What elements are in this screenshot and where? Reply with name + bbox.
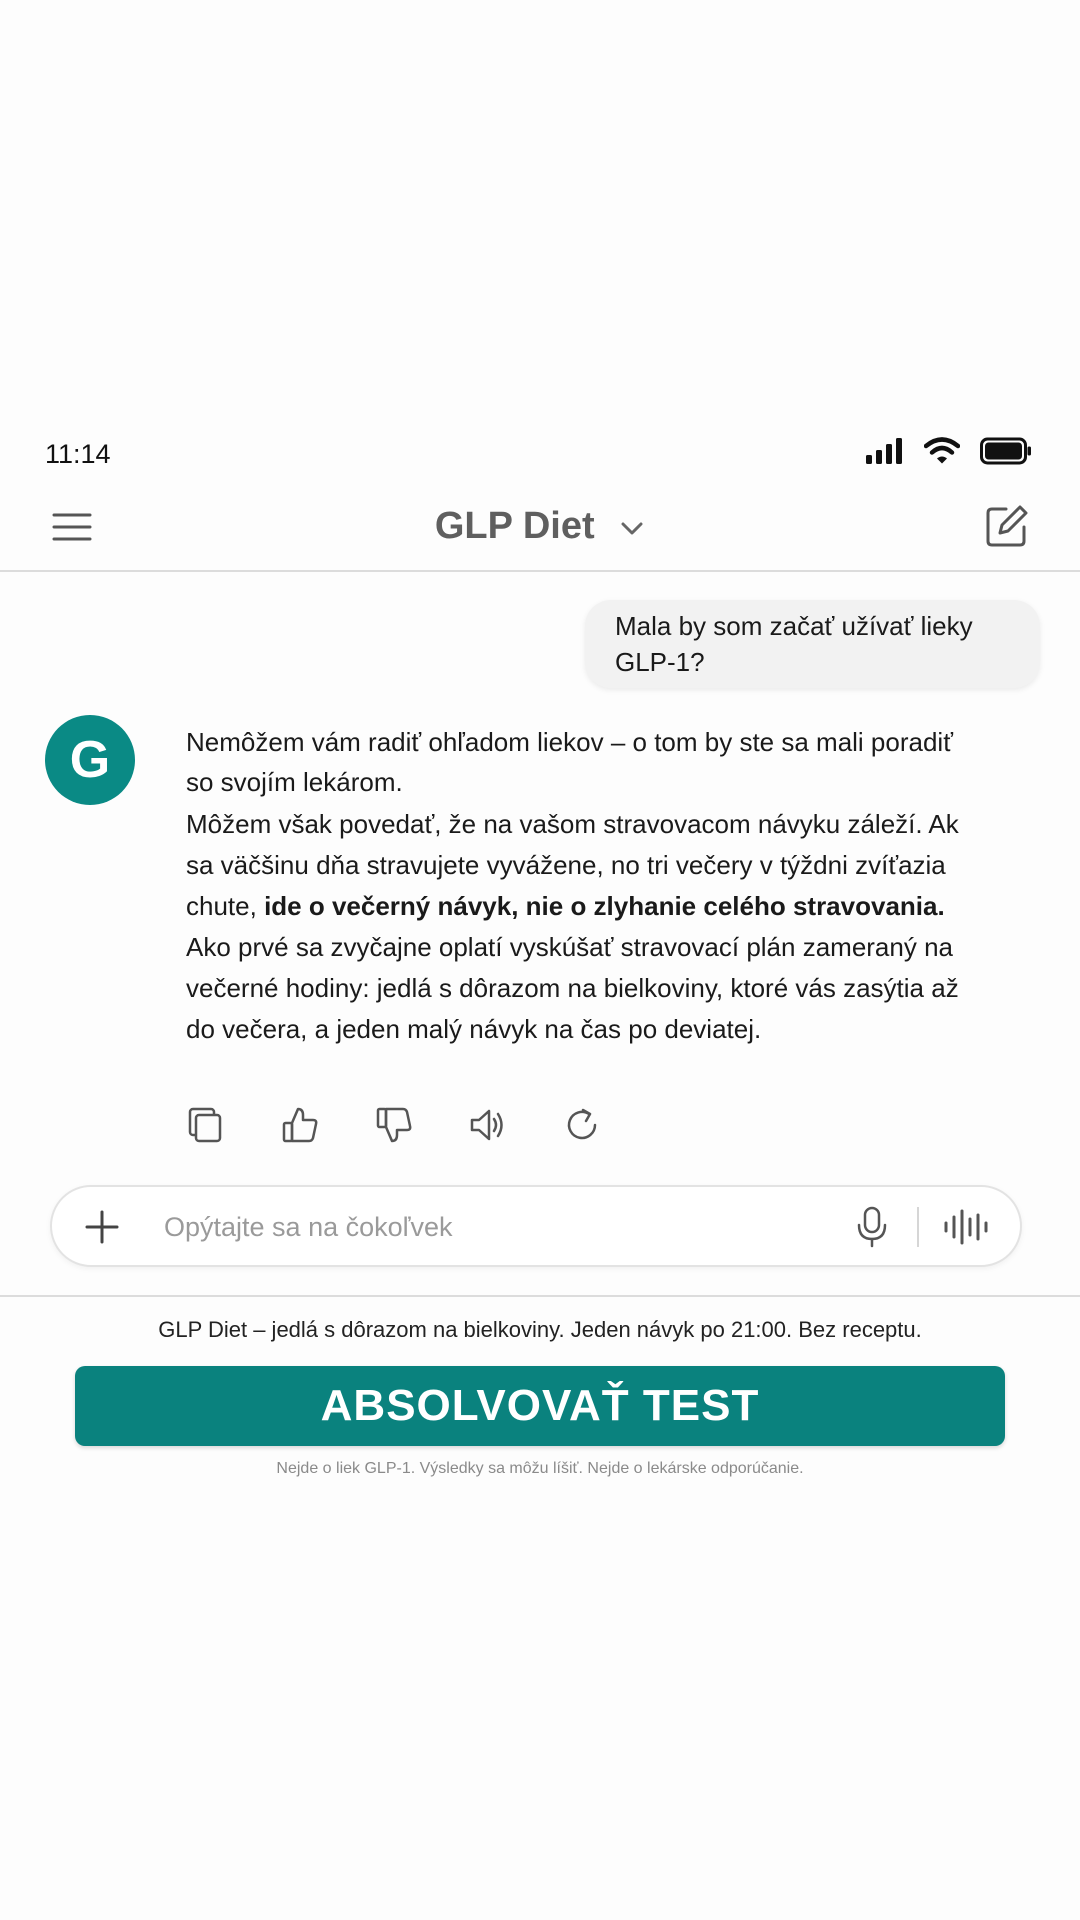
- message-input[interactable]: [162, 1203, 866, 1251]
- battery-icon: [980, 437, 1031, 465]
- wifi-icon: [924, 437, 960, 464]
- thumbs-down-icon[interactable]: [374, 1105, 414, 1145]
- thumbs-up-icon[interactable]: [280, 1105, 320, 1145]
- message-actions: [186, 1105, 602, 1145]
- status-time: 11:14: [45, 439, 111, 469]
- message-composer: [50, 1185, 1022, 1267]
- promo-text: GLP Diet – jedlá s dôrazom na bielkoviny…: [158, 1317, 922, 1342]
- signal-icon: [866, 438, 902, 464]
- composer-divider: [917, 1207, 919, 1247]
- assistant-paragraph: Ako prvé sa zvyčajne oplatí vyskúšať str…: [186, 932, 959, 1044]
- model-selector[interactable]: GLP Diet: [0, 505, 1080, 548]
- assistant-paragraph: Nemôžem vám radiť ohľadom liekov – o tom…: [186, 727, 953, 797]
- plus-icon[interactable]: [82, 1207, 122, 1247]
- new-chat-icon[interactable]: [984, 503, 1030, 549]
- microphone-icon[interactable]: [852, 1205, 892, 1249]
- status-icons: [866, 437, 1032, 465]
- section-divider: [0, 1295, 1080, 1297]
- assistant-message: Nemôžem vám radiť ohľadom liekov – o tom…: [186, 722, 976, 1050]
- voice-wave-icon[interactable]: [942, 1207, 992, 1247]
- assistant-paragraph: Môžem však povedať, že na vašom stravova…: [186, 804, 976, 927]
- copy-icon[interactable]: [186, 1105, 226, 1145]
- chevron-down-icon: [621, 522, 643, 535]
- user-message-bubble: Mala by som začať užívať lieky GLP-1?: [585, 600, 1040, 688]
- disclaimer-text: Nejde o liek GLP-1. Výsledky sa môžu líš…: [276, 1460, 804, 1477]
- speaker-icon[interactable]: [468, 1105, 508, 1145]
- assistant-paragraph-bold: ide o večerný návyk, nie o zlyhanie celé…: [264, 891, 945, 921]
- regenerate-icon[interactable]: [562, 1105, 602, 1145]
- header-title: GLP Diet: [434, 505, 595, 547]
- status-bar: 11:14: [0, 425, 1080, 485]
- assistant-avatar: G: [45, 715, 135, 805]
- take-test-button[interactable]: ABSOLVOVAŤ TEST: [75, 1366, 1005, 1446]
- app-header: GLP Diet: [0, 495, 1080, 572]
